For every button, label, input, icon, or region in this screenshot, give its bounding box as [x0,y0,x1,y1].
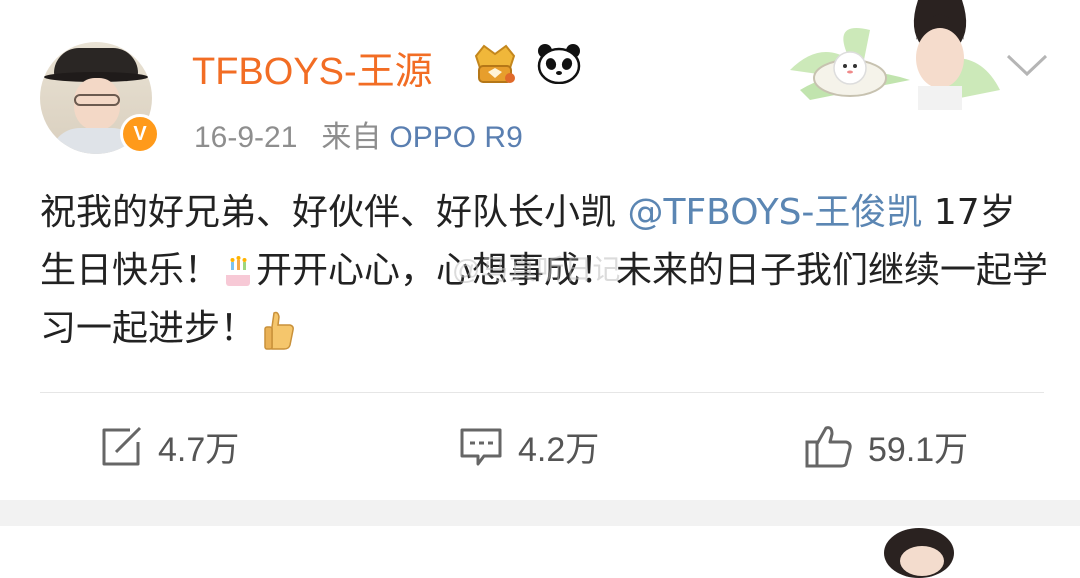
chevron-down-icon[interactable] [1004,52,1050,78]
like-button[interactable]: 59.1万 [804,422,968,471]
like-count: 59.1万 [868,431,969,469]
comment-icon [460,428,502,465]
thumbs-up-emoji [264,311,294,350]
username[interactable]: TFBOYS-王源 [192,40,433,95]
comment-count: 4.2万 [518,431,600,469]
feed-separator [0,500,1080,526]
mention-link[interactable]: @TFBOYS-王俊凯 [627,192,922,233]
birthday-cake-emoji [226,256,251,286]
repost-icon [102,426,142,465]
verified-v-icon: V [120,114,160,154]
repost-button[interactable]: 4.7万 [100,422,239,471]
comment-button[interactable]: 4.2万 [458,422,599,471]
post-source-prefix: 来自 [321,121,382,154]
avatar-glasses [74,94,120,106]
post-timestamp: 16-9-21 [194,121,298,154]
panda-icon[interactable] [536,42,582,84]
post-source[interactable]: OPPO R9 [389,121,522,154]
repost-count: 4.7万 [158,431,240,469]
weibo-post-card: V TFBOYS-王源 16-9-21 来自 OPPO R9 祝我的好兄弟、好伙… [0,0,1080,500]
post-text-part1: 祝我的好兄弟、好伙伴、好队长小凯 [40,192,628,233]
card-decoration-image [790,0,1000,110]
post-meta: 16-9-21 来自 OPPO R9 [194,112,547,156]
divider [40,392,1044,393]
next-card-decoration-face [900,546,944,576]
crown-badge-icon[interactable] [470,42,520,86]
thumbs-up-icon [805,425,852,467]
action-bar: 4.7万 4.2万 59.1万 [0,400,1080,492]
post-content: 祝我的好兄弟、好伙伴、好队长小凯 @TFBOYS-王俊凯 17岁生日快乐！ 开开… [40,184,1050,358]
